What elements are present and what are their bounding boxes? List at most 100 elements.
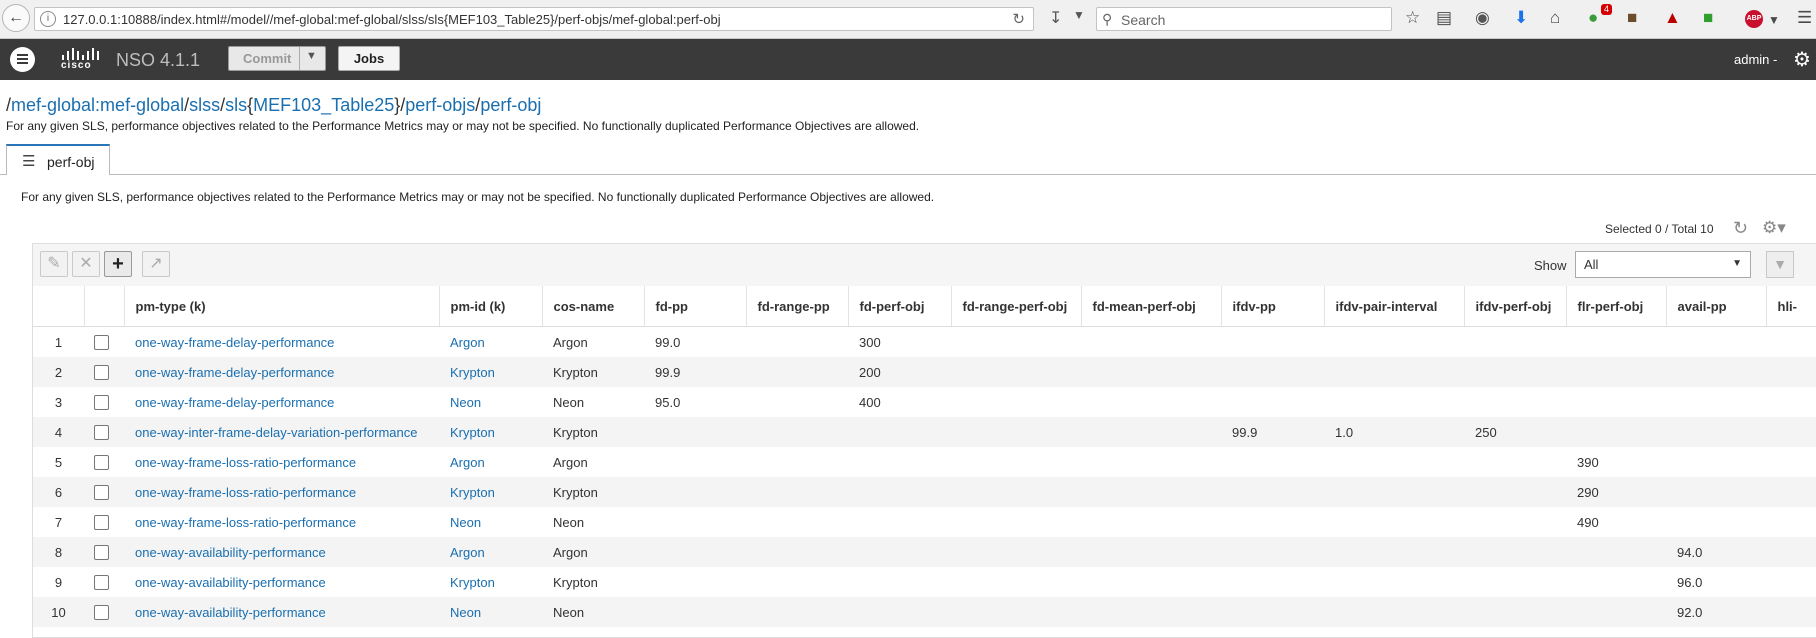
column-header[interactable]: avail-pp bbox=[1666, 286, 1767, 327]
column-header[interactable]: fd-perf-obj bbox=[848, 286, 952, 327]
pm-type-link[interactable]: one-way-frame-delay-performance bbox=[124, 357, 439, 387]
commit-button[interactable]: Commit ▼ bbox=[228, 46, 326, 71]
breadcrumb-perf-obj[interactable]: perf-obj bbox=[480, 95, 541, 115]
column-header[interactable] bbox=[84, 286, 125, 327]
column-header[interactable]: hli- bbox=[1766, 286, 1816, 327]
browser-search-field[interactable]: ⚲ Search bbox=[1096, 7, 1392, 31]
main-menu-icon[interactable] bbox=[10, 47, 35, 72]
home-icon[interactable]: ⌂ bbox=[1550, 8, 1560, 28]
reading-list-icon[interactable]: ▤ bbox=[1436, 8, 1452, 28]
row-checkbox[interactable] bbox=[94, 334, 109, 350]
tab-perf-obj[interactable]: ☰ perf-obj bbox=[6, 144, 110, 175]
column-header[interactable]: fd-range-perf-obj bbox=[951, 286, 1082, 327]
pm-id-link[interactable]: Argon bbox=[439, 327, 542, 358]
pocket-icon[interactable]: ◉ bbox=[1475, 8, 1490, 28]
pm-type-link[interactable]: one-way-frame-loss-ratio-performance bbox=[124, 507, 439, 537]
add-plus-icon[interactable]: + bbox=[104, 251, 132, 277]
reload-icon[interactable]: ↻ bbox=[1012, 10, 1025, 28]
pm-id-link[interactable]: Krypton bbox=[439, 477, 542, 507]
row-checkbox[interactable] bbox=[94, 544, 109, 560]
download-arrow-icon[interactable]: ⬇ bbox=[1514, 8, 1528, 28]
chevron-down-icon[interactable]: ▼ bbox=[1073, 8, 1085, 22]
bookmark-star-icon[interactable]: ☆ bbox=[1405, 8, 1420, 28]
pm-type-link[interactable]: one-way-frame-loss-ratio-performance bbox=[124, 447, 439, 477]
row-checkbox[interactable] bbox=[94, 514, 109, 530]
pm-type-link[interactable]: one-way-availability-performance bbox=[124, 597, 439, 627]
pm-type-link[interactable]: one-way-availability-performance bbox=[124, 567, 439, 597]
table-row[interactable]: 8 one-way-availability-performance Argon Ar… bbox=[33, 537, 1816, 567]
table-cell bbox=[1566, 537, 1666, 567]
column-header[interactable]: fd-range-pp bbox=[746, 286, 849, 327]
column-header[interactable]: flr-perf-obj bbox=[1566, 286, 1667, 327]
extension-leaf-icon[interactable]: ■ bbox=[1703, 8, 1713, 28]
column-header[interactable]: ifdv-pp bbox=[1221, 286, 1325, 327]
pm-id-link[interactable]: Neon bbox=[439, 507, 542, 537]
back-arrow-icon[interactable]: ← bbox=[2, 4, 30, 32]
table-row[interactable]: 7 one-way-frame-loss-ratio-performance Neo… bbox=[33, 507, 1816, 537]
table-row[interactable]: 2 one-way-frame-delay-performance Krypton K… bbox=[33, 357, 1816, 387]
download-icon[interactable]: ↧ bbox=[1049, 8, 1062, 28]
caret-down-icon[interactable]: ▼ bbox=[306, 50, 317, 62]
address-bar[interactable]: i 127.0.0.1:10888/index.html#/model//mef… bbox=[34, 7, 1034, 31]
pm-id-link[interactable]: Krypton bbox=[439, 567, 542, 597]
table-row[interactable]: 9 one-way-availability-performance Krypton… bbox=[33, 567, 1816, 597]
column-header[interactable]: fd-mean-perf-obj bbox=[1081, 286, 1222, 327]
pm-type-link[interactable]: one-way-frame-delay-performance bbox=[124, 327, 439, 358]
pm-id-link[interactable]: Argon bbox=[439, 447, 542, 477]
refresh-icon[interactable]: ↻ bbox=[1733, 218, 1748, 239]
column-header[interactable]: ifdv-pair-interval bbox=[1324, 286, 1465, 327]
info-icon[interactable]: i bbox=[40, 11, 56, 27]
open-external-icon[interactable]: ↗ bbox=[142, 251, 170, 277]
table-settings-icon[interactable]: ⚙▾ bbox=[1762, 218, 1786, 238]
row-checkbox[interactable] bbox=[94, 484, 109, 500]
row-checkbox[interactable] bbox=[94, 394, 109, 410]
edit-pencil-icon[interactable]: ✎ bbox=[40, 251, 68, 277]
url-text[interactable]: 127.0.0.1:10888/index.html#/model//mef-g… bbox=[63, 12, 721, 27]
show-select[interactable]: All ▼ bbox=[1575, 251, 1751, 278]
breadcrumb-sls[interactable]: sls bbox=[225, 95, 247, 115]
table-row[interactable]: 10 one-way-availability-performance Neon Ne… bbox=[33, 597, 1816, 627]
user-menu[interactable]: admin - bbox=[1734, 52, 1777, 67]
table-cell bbox=[1324, 387, 1464, 417]
table-row[interactable]: 6 one-way-frame-loss-ratio-performance Kry… bbox=[33, 477, 1816, 507]
pm-id-link[interactable]: Krypton bbox=[439, 357, 542, 387]
column-header[interactable]: cos-name bbox=[542, 286, 645, 327]
hamburger-menu-icon[interactable]: ☰ bbox=[1797, 8, 1812, 28]
pm-id-link[interactable]: Krypton bbox=[439, 417, 542, 447]
row-checkbox[interactable] bbox=[94, 454, 109, 470]
pm-id-link[interactable]: Argon bbox=[439, 537, 542, 567]
column-header[interactable]: pm-id (k) bbox=[439, 286, 543, 327]
gear-icon[interactable]: ⚙ bbox=[1793, 47, 1811, 72]
table-row[interactable]: 3 one-way-frame-delay-performance Neon Neon… bbox=[33, 387, 1816, 417]
table-row[interactable]: 4 one-way-inter-frame-delay-variation-per… bbox=[33, 417, 1816, 447]
row-checkbox[interactable] bbox=[94, 424, 109, 440]
column-header[interactable]: pm-type (k) bbox=[124, 286, 440, 327]
pm-id-link[interactable]: Neon bbox=[439, 387, 542, 417]
pm-type-link[interactable]: one-way-frame-delay-performance bbox=[124, 387, 439, 417]
chevron-down-icon[interactable]: ▼ bbox=[1768, 10, 1780, 30]
column-header[interactable] bbox=[33, 286, 85, 327]
breadcrumb-sls-key[interactable]: MEF103_Table25 bbox=[253, 95, 394, 115]
extension-green-icon[interactable]: ● bbox=[1588, 8, 1598, 28]
pm-type-link[interactable]: one-way-availability-performance bbox=[124, 537, 439, 567]
breadcrumb-mef-global[interactable]: mef-global:mef-global bbox=[11, 95, 184, 115]
pm-type-link[interactable]: one-way-inter-frame-delay-variation-perf… bbox=[124, 417, 439, 447]
breadcrumb-slss[interactable]: slss bbox=[189, 95, 220, 115]
column-header[interactable]: fd-pp bbox=[644, 286, 747, 327]
table-row[interactable]: 1 one-way-frame-delay-performance Argon Arg… bbox=[33, 327, 1816, 358]
row-checkbox[interactable] bbox=[94, 574, 109, 590]
extension-box-icon[interactable]: ■ bbox=[1627, 8, 1637, 28]
delete-x-icon[interactable]: ✕ bbox=[72, 251, 100, 277]
adblock-icon[interactable]: ABP bbox=[1745, 10, 1763, 28]
pm-id-link[interactable]: Neon bbox=[439, 597, 542, 627]
filter-icon[interactable]: ▼ bbox=[1766, 251, 1794, 278]
jobs-button[interactable]: Jobs bbox=[338, 46, 400, 71]
column-header[interactable]: ifdv-perf-obj bbox=[1464, 286, 1567, 327]
row-checkbox[interactable] bbox=[94, 604, 109, 620]
table-row[interactable]: 5 one-way-frame-loss-ratio-performance Arg… bbox=[33, 447, 1816, 477]
table-cell bbox=[848, 567, 951, 597]
row-checkbox[interactable] bbox=[94, 364, 109, 380]
breadcrumb-perf-objs[interactable]: perf-objs bbox=[405, 95, 475, 115]
pm-type-link[interactable]: one-way-frame-loss-ratio-performance bbox=[124, 477, 439, 507]
pdf-icon[interactable]: ▲ bbox=[1664, 8, 1681, 28]
